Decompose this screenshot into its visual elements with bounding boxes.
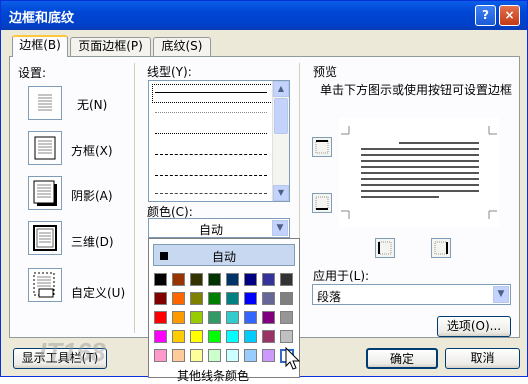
- line-style-dotted-fine[interactable]: [155, 112, 267, 113]
- apply-to-select[interactable]: 段落 ▼: [312, 284, 511, 305]
- apply-to-value: 段落: [317, 290, 342, 304]
- options-button[interactable]: 选项(O)...: [437, 316, 511, 337]
- color-swatch[interactable]: [190, 292, 203, 305]
- line-style-dash-dot[interactable]: [155, 193, 267, 194]
- color-swatch[interactable]: [226, 273, 239, 286]
- line-style-selection: [152, 84, 273, 103]
- color-popup: 自动 其他线条颜色: [148, 238, 300, 383]
- ok-button[interactable]: 确定: [366, 348, 438, 369]
- setting-3d-label[interactable]: 三维(D): [71, 233, 114, 250]
- color-swatch[interactable]: [226, 292, 239, 305]
- setting-shadow-icon[interactable]: [28, 176, 62, 210]
- color-swatch[interactable]: [190, 273, 203, 286]
- color-swatch[interactable]: [190, 311, 203, 324]
- auto-color-label: 自动: [211, 250, 236, 264]
- line-style-dashed[interactable]: [155, 154, 267, 155]
- color-swatch[interactable]: [280, 330, 293, 343]
- color-swatch[interactable]: [262, 330, 275, 343]
- color-swatch[interactable]: [244, 349, 257, 362]
- color-swatch[interactable]: [262, 273, 275, 286]
- line-style-scrollbar[interactable]: ▲ ▼: [272, 81, 289, 201]
- color-swatch[interactable]: [244, 330, 257, 343]
- color-swatch[interactable]: [280, 292, 293, 305]
- color-swatch[interactable]: [226, 330, 239, 343]
- color-swatch[interactable]: [244, 273, 257, 286]
- color-swatch[interactable]: [172, 273, 185, 286]
- watermark: IT168: [39, 337, 106, 367]
- divider-left: [134, 63, 135, 333]
- borders-shading-dialog: 边框和底纹 ? × 边框(B) 页面边框(P) 底纹(S) 设置: 无(N) 方…: [0, 0, 528, 383]
- tab-shading[interactable]: 底纹(S): [153, 37, 211, 56]
- color-swatch[interactable]: [154, 311, 167, 324]
- chevron-down-icon[interactable]: ▼: [272, 220, 288, 236]
- color-swatch[interactable]: [208, 330, 221, 343]
- color-swatch[interactable]: [208, 292, 221, 305]
- bottom-border-button[interactable]: [312, 193, 332, 213]
- chevron-down-icon[interactable]: ▼: [493, 286, 509, 303]
- tab-borders[interactable]: 边框(B): [12, 35, 68, 57]
- line-style-dotted[interactable]: [155, 133, 267, 134]
- color-swatch[interactable]: [244, 311, 257, 324]
- color-swatch[interactable]: [190, 330, 203, 343]
- line-style-dashed-long[interactable]: [155, 175, 267, 176]
- left-border-button[interactable]: [375, 238, 395, 258]
- scroll-down-icon[interactable]: ▼: [273, 185, 289, 201]
- line-style-solid[interactable]: [155, 92, 267, 93]
- color-select[interactable]: 自动 ▼: [148, 218, 290, 238]
- color-swatch[interactable]: [154, 330, 167, 343]
- auto-color-button[interactable]: 自动: [153, 244, 295, 266]
- color-swatch[interactable]: [172, 349, 185, 362]
- setting-box-label[interactable]: 方框(X): [71, 142, 113, 159]
- setting-custom-label[interactable]: 自定义(U): [71, 284, 125, 301]
- setting-none-label[interactable]: 无(N): [77, 96, 107, 113]
- tab-page-border[interactable]: 页面边框(P): [70, 37, 151, 56]
- scroll-thumb[interactable]: [274, 98, 288, 134]
- setting-none-icon[interactable]: [28, 86, 62, 120]
- line-style-list[interactable]: ▲ ▼: [148, 80, 290, 202]
- color-swatch[interactable]: [226, 349, 239, 362]
- color-swatch[interactable]: [172, 330, 185, 343]
- scroll-up-icon[interactable]: ▲: [273, 81, 289, 97]
- preview-label: 预览: [313, 65, 338, 79]
- color-swatch[interactable]: [190, 349, 203, 362]
- top-border-button[interactable]: [312, 137, 332, 157]
- color-swatch[interactable]: [262, 292, 275, 305]
- cancel-button[interactable]: 取消: [445, 348, 520, 369]
- color-value: 自动: [198, 223, 223, 237]
- settings-label: 设置:: [18, 66, 47, 80]
- color-swatch[interactable]: [154, 273, 167, 286]
- help-button[interactable]: ?: [475, 5, 496, 26]
- color-swatch[interactable]: [280, 273, 293, 286]
- setting-box-icon[interactable]: [28, 131, 62, 165]
- title-bar: 边框和底纹 ? ×: [1, 1, 527, 30]
- color-swatch[interactable]: [172, 311, 185, 324]
- line-style-label: 线型(Y):: [147, 65, 192, 79]
- color-swatch[interactable]: [226, 311, 239, 324]
- color-swatch[interactable]: [280, 311, 293, 324]
- preview-area[interactable]: [339, 118, 499, 227]
- apply-to-label: 应用于(L):: [313, 269, 370, 283]
- color-swatch[interactable]: [154, 292, 167, 305]
- setting-custom-icon[interactable]: [28, 268, 62, 302]
- mouse-cursor-icon: [285, 347, 301, 370]
- setting-shadow-label[interactable]: 阴影(A): [71, 187, 113, 204]
- color-swatch[interactable]: [208, 349, 221, 362]
- color-swatch[interactable]: [262, 349, 275, 362]
- preview-hint: 单击下方图示或使用按钮可设置边框: [320, 83, 513, 97]
- right-border-button[interactable]: [431, 238, 451, 258]
- color-swatch[interactable]: [154, 349, 167, 362]
- more-colors-label[interactable]: 其他线条颜色: [177, 367, 249, 384]
- color-swatch[interactable]: [244, 292, 257, 305]
- color-swatch[interactable]: [172, 292, 185, 305]
- color-swatch[interactable]: [262, 311, 275, 324]
- color-swatch[interactable]: [208, 311, 221, 324]
- color-swatch[interactable]: [208, 273, 221, 286]
- dialog-title: 边框和底纹: [9, 11, 75, 26]
- close-button[interactable]: ×: [499, 5, 520, 26]
- setting-3d-icon[interactable]: [28, 221, 62, 255]
